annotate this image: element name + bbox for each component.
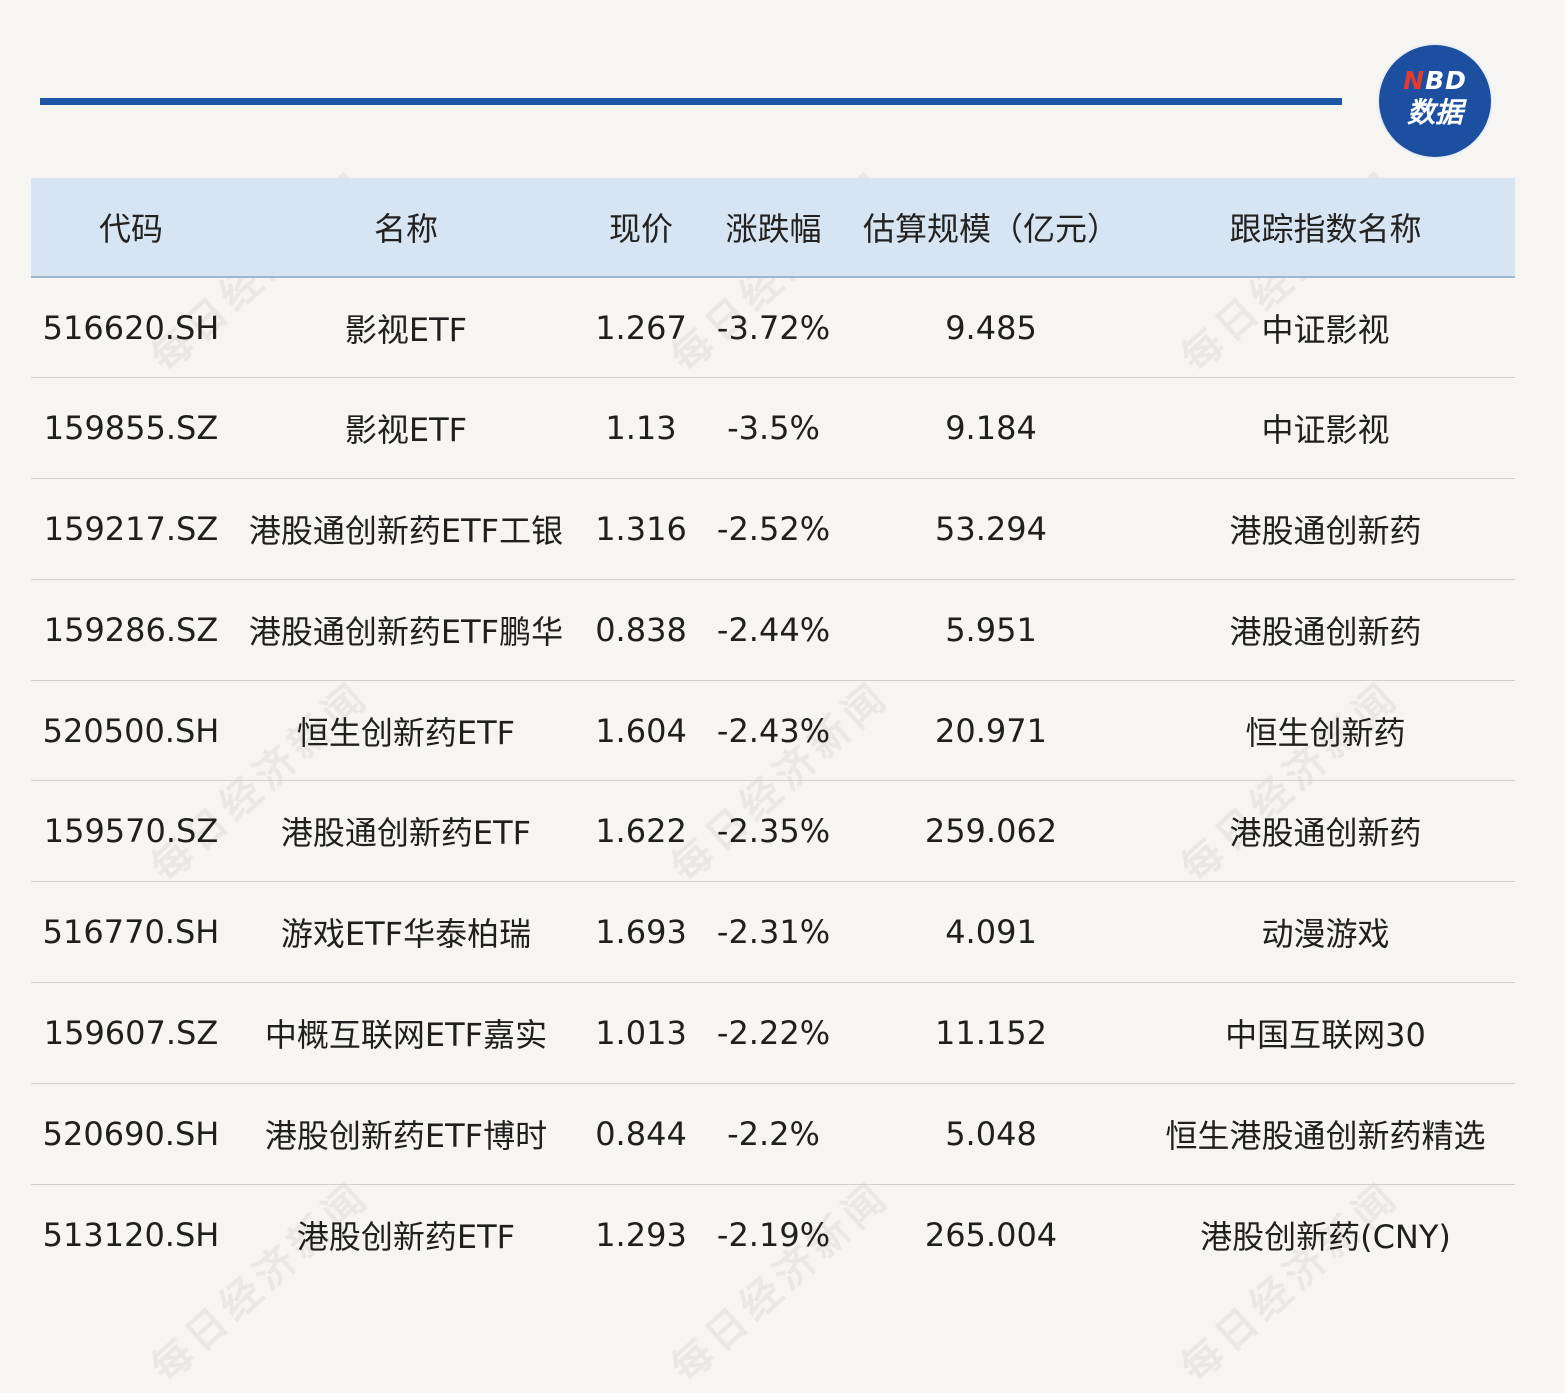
cell-size: 20.971 <box>846 680 1136 782</box>
cell-name: 港股通创新药ETF鹏华 <box>231 579 581 681</box>
header-price: 现价 <box>581 178 701 278</box>
cell-index: 动漫游戏 <box>1136 881 1515 984</box>
cell-change: -2.43% <box>701 680 846 782</box>
table-row: 159570.SZ 港股通创新药ETF 1.622 -2.35% 259.062… <box>31 780 1515 883</box>
cell-change: -2.44% <box>701 579 846 681</box>
cell-name: 港股创新药ETF <box>296 1217 516 1256</box>
cell-change: -3.5% <box>701 377 846 480</box>
cell-name: 游戏ETF华泰柏瑞 <box>231 881 581 984</box>
cell-index: 恒生创新药 <box>1136 680 1515 782</box>
cell-price: 1.013 <box>581 982 701 1084</box>
cell-price: 1.293 <box>595 1215 687 1254</box>
cell-price: 1.267 <box>581 277 701 379</box>
cell-change: -2.19% <box>716 1215 831 1254</box>
cell-size: 5.048 <box>846 1083 1136 1185</box>
cell-size: 11.152 <box>846 982 1136 1084</box>
header-rule <box>40 98 1342 105</box>
cell-name: 港股通创新药ETF工银 <box>231 478 581 580</box>
header-size: 估算规模（亿元） <box>846 178 1136 278</box>
cell-name: 影视ETF <box>231 377 581 480</box>
cell-price: 0.838 <box>581 579 701 681</box>
cell-code: 159570.SZ <box>31 780 231 883</box>
cell-size: 5.951 <box>846 579 1136 681</box>
cell-index: 港股创新药(CNY) <box>1200 1217 1451 1256</box>
cell-index: 恒生港股通创新药精选 <box>1136 1083 1515 1185</box>
etf-decline-table: 代码 名称 现价 涨跌幅 估算规模（亿元） 跟踪指数名称 516620.SH 影… <box>31 178 1515 1285</box>
header-code: 代码 <box>31 178 231 278</box>
cell-index: 中证影视 <box>1136 277 1515 379</box>
cell-code: 516770.SH <box>31 881 231 984</box>
cell-name: 恒生创新药ETF <box>231 680 581 782</box>
table-row: 520690.SH 港股创新药ETF博时 0.844 -2.2% 5.048 恒… <box>31 1083 1515 1185</box>
etf-table-container: 代码 名称 现价 涨跌幅 估算规模（亿元） 跟踪指数名称 516620.SH 影… <box>31 178 1515 1285</box>
cell-code: 159855.SZ <box>31 377 231 480</box>
table-row: 159855.SZ 影视ETF 1.13 -3.5% 9.184 中证影视 <box>31 377 1515 480</box>
cell-price: 1.13 <box>581 377 701 480</box>
cell-code: 520690.SH <box>31 1083 231 1185</box>
cell-code: 516620.SH <box>31 277 231 379</box>
table-header-row: 代码 名称 现价 涨跌幅 估算规模（亿元） 跟踪指数名称 <box>31 178 1515 278</box>
cell-index: 港股通创新药 <box>1136 780 1515 883</box>
cell-name: 影视ETF <box>231 277 581 379</box>
cell-price: 1.604 <box>581 680 701 782</box>
cell-change: -2.2% <box>701 1083 846 1185</box>
header-name: 名称 <box>231 178 581 278</box>
cell-price: 1.316 <box>581 478 701 580</box>
cell-index: 港股通创新药 <box>1136 478 1515 580</box>
cell-price: 1.622 <box>581 780 701 883</box>
cell-size: 259.062 <box>846 780 1136 883</box>
cell-code: 520500.SH <box>31 680 231 782</box>
cell-size: 265.004 <box>924 1215 1058 1254</box>
cell-name: 港股通创新药ETF <box>231 780 581 883</box>
cell-change: -2.22% <box>701 982 846 1084</box>
table-row: 513120.SH 港股创新药ETF 1.293 -2.19% 265.004 … <box>31 1184 1515 1285</box>
nbd-data-logo: NBD 数据 <box>1379 45 1491 157</box>
cell-index: 港股通创新药 <box>1136 579 1515 681</box>
table-row: 516770.SH 游戏ETF华泰柏瑞 1.693 -2.31% 4.091 动… <box>31 881 1515 984</box>
cell-name: 港股创新药ETF博时 <box>231 1083 581 1185</box>
cell-code: 159286.SZ <box>31 579 231 681</box>
cell-change: -2.52% <box>701 478 846 580</box>
cell-size: 9.184 <box>846 377 1136 480</box>
header-index: 跟踪指数名称 <box>1136 178 1515 278</box>
table-row: 159217.SZ 港股通创新药ETF工银 1.316 -2.52% 53.29… <box>31 478 1515 580</box>
cell-price: 1.693 <box>581 881 701 984</box>
cell-code: 159217.SZ <box>31 478 231 580</box>
cell-size: 9.485 <box>846 277 1136 379</box>
cell-name: 中概互联网ETF嘉实 <box>231 982 581 1084</box>
cell-price: 0.844 <box>581 1083 701 1185</box>
cell-index: 中国互联网30 <box>1136 982 1515 1084</box>
cell-change: -2.31% <box>701 881 846 984</box>
cell-index: 中证影视 <box>1136 377 1515 480</box>
table-row: 516620.SH 影视ETF 1.267 -3.72% 9.485 中证影视 <box>31 277 1515 379</box>
cell-size: 53.294 <box>846 478 1136 580</box>
table-row: 520500.SH 恒生创新药ETF 1.604 -2.43% 20.971 恒… <box>31 680 1515 782</box>
table-row: 159607.SZ 中概互联网ETF嘉实 1.013 -2.22% 11.152… <box>31 982 1515 1084</box>
cell-size: 4.091 <box>846 881 1136 984</box>
table-row: 159286.SZ 港股通创新药ETF鹏华 0.838 -2.44% 5.951… <box>31 579 1515 681</box>
cell-change: -2.35% <box>701 780 846 883</box>
cell-code: 513120.SH <box>42 1215 220 1254</box>
cell-change: -3.72% <box>701 277 846 379</box>
cell-code: 159607.SZ <box>31 982 231 1084</box>
header-change: 涨跌幅 <box>701 178 846 278</box>
